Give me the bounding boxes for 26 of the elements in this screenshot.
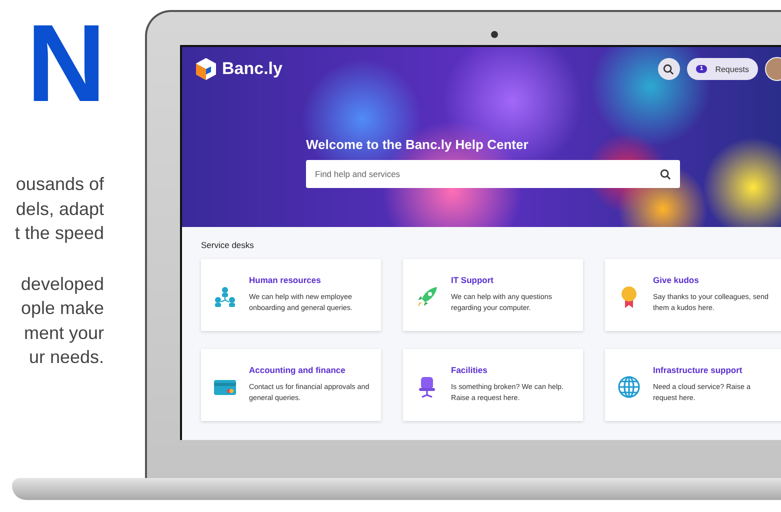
promo-text-line: ur needs. [28,346,104,369]
search-icon [663,64,674,74]
desk-title[interactable]: Human resources [249,275,371,285]
promo-text-line: developed [20,272,104,296]
search-button[interactable] [658,58,680,80]
desk-title[interactable]: Facilities [451,365,573,375]
promo-text-line: dels, adapt [16,198,104,221]
people-icon [213,285,237,309]
section-title: Service desks [201,240,255,250]
promo-text-line: ousands of [16,173,104,196]
cube-logo-icon [195,57,217,81]
desk-title[interactable]: Infrastructure support [653,365,775,375]
camera-icon [491,31,498,38]
welcome-title: Welcome to the Banc.ly Help Center [306,137,530,152]
promo-text-line: ment your [24,322,104,345]
promo-text-line: t the speed [14,222,104,245]
desk-title[interactable]: IT Support [451,275,573,285]
desk-title[interactable]: Accounting and finance [249,365,371,375]
promo-text-line: ople make [20,297,104,320]
search-icon [660,169,671,180]
rocket-icon [415,285,439,309]
globe-icon [617,375,641,399]
promo-heading: N [26,16,104,112]
search-field[interactable]: Find help and services [306,160,680,188]
logo-text[interactable]: Banc.ly [222,59,282,79]
desk-title[interactable]: Give kudos [653,275,775,285]
